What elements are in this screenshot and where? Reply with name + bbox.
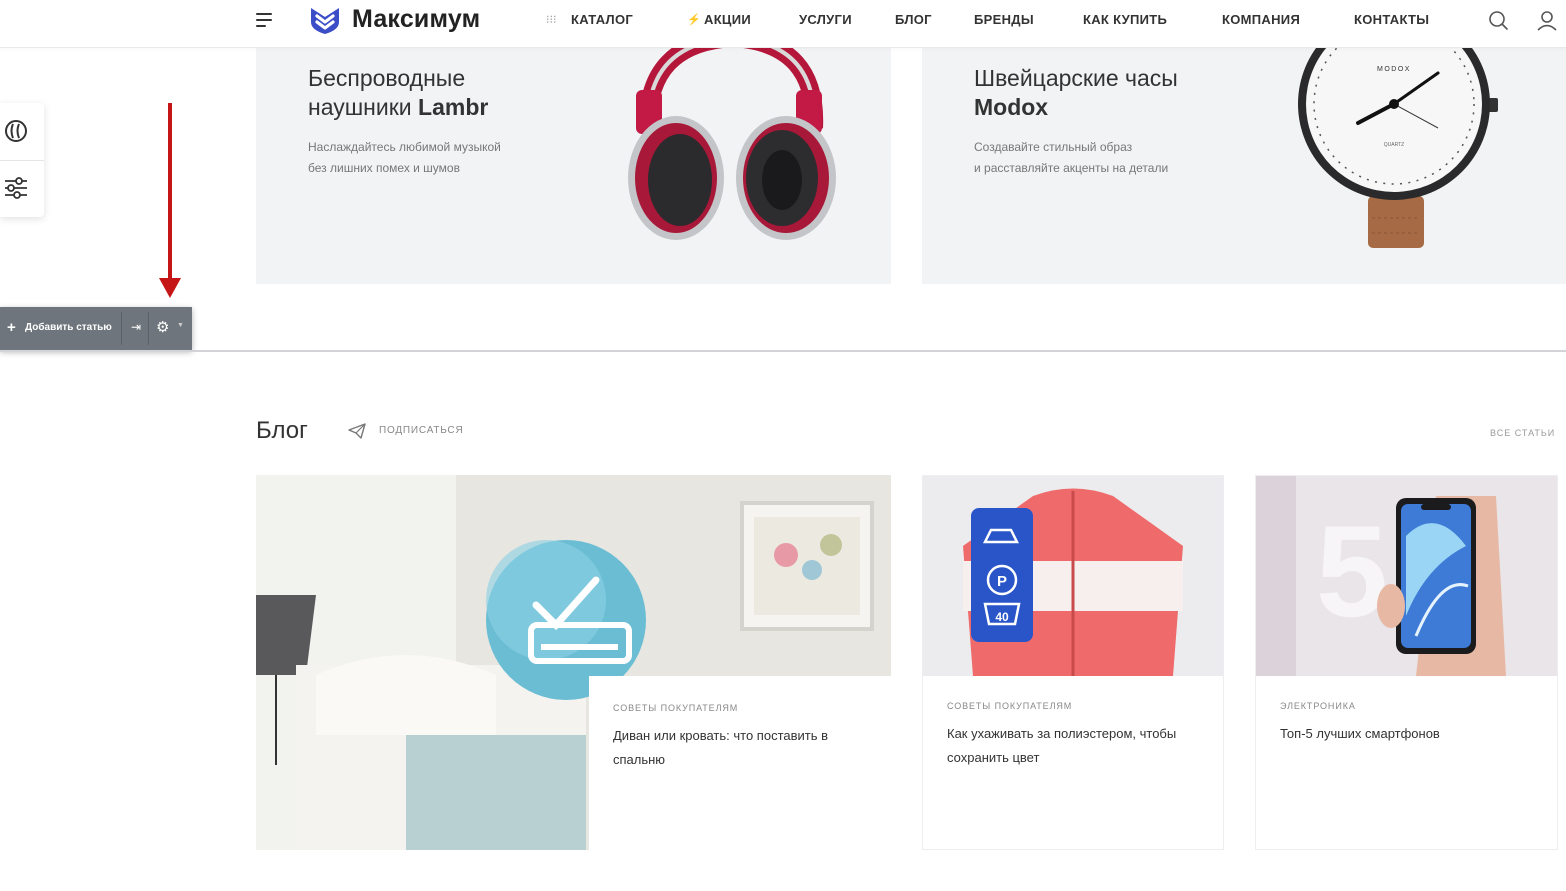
svg-text:QUARTZ: QUARTZ [1384, 142, 1404, 148]
all-articles-link[interactable]: ВСЕ СТАТЬИ [1490, 428, 1555, 438]
section-divider [0, 350, 1566, 352]
svg-text:5: 5 [1316, 498, 1388, 644]
nav-brands[interactable]: БРЕНДЫ [974, 12, 1034, 27]
blog-card-title[interactable]: Топ-5 лучших смартфонов [1280, 722, 1540, 746]
annotation-arrow [168, 103, 172, 281]
plus-icon[interactable]: + [7, 319, 16, 336]
promo-description: Создавайте стильный образ и расставляйте… [974, 140, 1169, 175]
blog-card[interactable]: 5 ЭЛЕКТРОНИКА Топ-5 лучших смартфонов [1255, 475, 1558, 850]
nav-company[interactable]: КОМПАНИЯ [1222, 12, 1300, 27]
blog-card-title[interactable]: Диван или кровать: что поставить в спаль… [613, 724, 853, 772]
user-icon[interactable] [1536, 10, 1558, 32]
blog-card-image: 5 [1256, 476, 1557, 676]
nav-blog[interactable]: БЛОГ [895, 12, 932, 27]
logo-icon[interactable] [309, 5, 341, 35]
gear-icon[interactable]: ⚙ [156, 318, 169, 336]
svg-text:MODOX: MODOX [1377, 66, 1411, 73]
subscribe-link[interactable]: ПОДПИСАТЬСЯ [379, 425, 463, 436]
editor-side-panel [0, 103, 44, 217]
grid-dots-icon: ⁝⁝⁝ [546, 14, 557, 26]
search-icon[interactable] [1488, 10, 1510, 32]
blog-card-title[interactable]: Как ухаживать за полиэстером, чтобы сохр… [947, 722, 1207, 770]
nav-sales[interactable]: АКЦИИ [704, 12, 751, 27]
nav-services[interactable]: УСЛУГИ [799, 12, 852, 27]
promo-title: Швейцарские часы Modox [974, 65, 1178, 120]
watch-image: MODOX QUARTZ [1298, 48, 1498, 248]
nav-how-to-buy[interactable]: КАК КУПИТЬ [1083, 12, 1167, 27]
toolbar-divider [148, 312, 149, 345]
nav-contacts[interactable]: КОНТАКТЫ [1354, 12, 1429, 27]
nav-catalog[interactable]: КАТАЛОГ [571, 12, 633, 27]
logo-text[interactable]: Максимум [352, 5, 480, 34]
menu-icon[interactable] [256, 13, 272, 27]
blog-card-image: P 40 [923, 476, 1223, 676]
blog-card-category[interactable]: СОВЕТЫ ПОКУПАТЕЛЯМ [947, 701, 1072, 711]
paper-plane-icon[interactable] [348, 423, 366, 439]
lightning-icon: ⚡ [687, 14, 701, 26]
blog-card-category[interactable]: ЭЛЕКТРОНИКА [1280, 701, 1356, 711]
annotation-arrow-head [159, 278, 181, 298]
svg-text:40: 40 [995, 610, 1009, 624]
theme-icon[interactable] [3, 118, 29, 144]
blog-card-category[interactable]: СОВЕТЫ ПОКУПАТЕЛЯМ [613, 703, 738, 713]
promo-banner-headphones[interactable]: Беспроводные наушники Lambr Наслаждайтес… [256, 48, 891, 284]
promo-banner-watch[interactable]: Швейцарские часы Modox Создавайте стильн… [922, 48, 1566, 284]
site-header: Максимум ⁝⁝⁝ КАТАЛОГ ⚡ АКЦИИ УСЛУГИ БЛОГ… [0, 0, 1566, 48]
sliders-icon[interactable] [3, 175, 29, 201]
blog-card[interactable]: СОВЕТЫ ПОКУПАТЕЛЯМ Диван или кровать: чт… [256, 475, 891, 850]
headphones-image [628, 48, 836, 240]
toolbar-divider [121, 312, 122, 345]
svg-text:P: P [997, 573, 1007, 590]
blog-title: Блог [256, 417, 308, 444]
promo-description: Наслаждайтесь любимой музыкой без лишних… [308, 140, 501, 175]
promo-title: Беспроводные наушники Lambr [308, 65, 489, 120]
blog-card[interactable]: P 40 СОВЕТЫ ПОКУПАТЕЛЯМ Как ухаживать за… [922, 475, 1224, 850]
add-article-button[interactable]: Добавить статью [25, 322, 112, 333]
editor-toolbar: + Добавить статью ⇥ ⚙ ▼ [0, 307, 192, 350]
pin-icon[interactable]: ⇥ [131, 320, 141, 334]
panel-divider [0, 160, 44, 161]
chevron-down-icon[interactable]: ▼ [177, 322, 184, 329]
